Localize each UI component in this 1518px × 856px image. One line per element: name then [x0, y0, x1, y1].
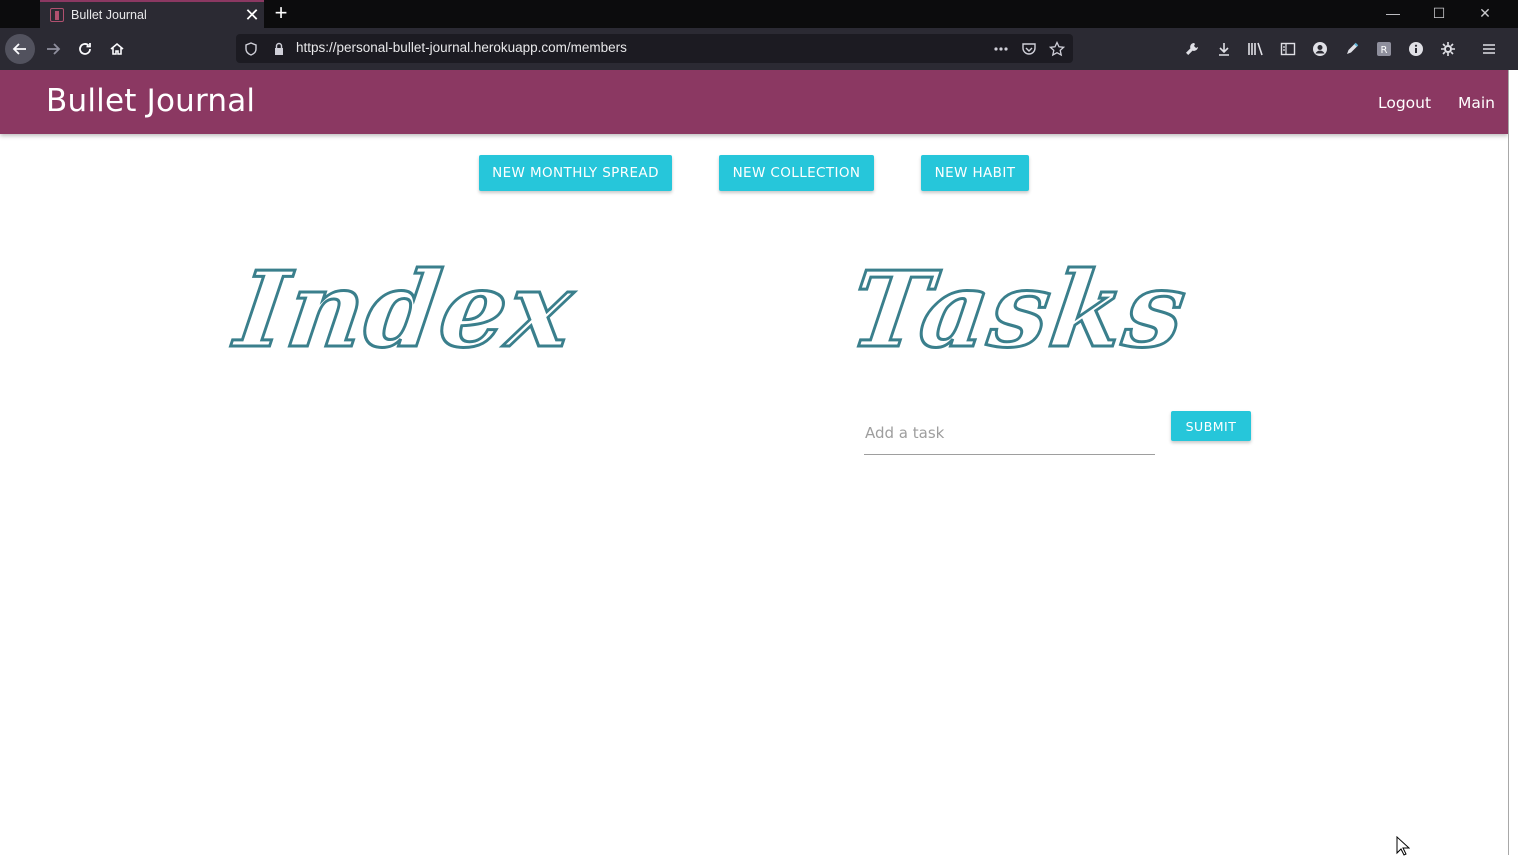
new-collection-button[interactable]: New Collection	[719, 155, 874, 191]
app-header: Bullet Journal Logout Main	[0, 70, 1508, 134]
logout-link[interactable]: Logout	[1378, 94, 1431, 112]
library-icon[interactable]	[1247, 40, 1265, 58]
url-text[interactable]: https://personal-bullet-journal.herokuap…	[296, 40, 627, 55]
close-window-button[interactable]: ✕	[1462, 0, 1508, 28]
bookmark-star-icon[interactable]	[1049, 41, 1065, 57]
download-icon[interactable]	[1215, 40, 1233, 58]
tasks-heading: Tasks	[842, 247, 1196, 373]
svg-text:R: R	[1381, 45, 1388, 56]
forward-button[interactable]	[38, 34, 68, 64]
wrench-icon[interactable]	[1183, 40, 1201, 58]
tracking-shield-icon[interactable]	[243, 41, 259, 57]
menu-icon[interactable]	[1480, 40, 1498, 58]
main-link[interactable]: Main	[1458, 94, 1495, 112]
home-button[interactable]	[102, 34, 132, 64]
pocket-icon[interactable]	[1021, 41, 1037, 57]
tab-close-icon[interactable]: ✕	[240, 1, 264, 29]
journal-favicon-icon	[50, 8, 64, 22]
forward-arrow-icon	[47, 43, 61, 55]
new-tab-button[interactable]: +	[270, 0, 292, 28]
browser-navbar: https://personal-bullet-journal.herokuap…	[0, 28, 1518, 70]
browser-titlebar: Bullet Journal ✕ + — ☐ ✕	[0, 0, 1518, 28]
home-icon	[110, 42, 124, 55]
back-arrow-icon	[12, 43, 26, 55]
maximize-button[interactable]: ☐	[1416, 0, 1462, 28]
new-monthly-spread-button[interactable]: New Monthly Spread	[479, 155, 672, 191]
sidebar-icon[interactable]	[1279, 40, 1297, 58]
gear-extension-icon[interactable]	[1439, 40, 1457, 58]
new-habit-button[interactable]: New Habit	[921, 155, 1029, 191]
tab-title: Bullet Journal	[71, 8, 147, 22]
url-bar[interactable]: https://personal-bullet-journal.herokuap…	[236, 34, 1073, 63]
reload-icon	[79, 43, 91, 55]
brand-title[interactable]: Bullet Journal	[46, 83, 255, 119]
lock-icon[interactable]	[271, 41, 287, 57]
page-actions-icon[interactable]	[993, 41, 1009, 57]
account-icon[interactable]	[1311, 40, 1329, 58]
browser-tab[interactable]: Bullet Journal ✕	[40, 0, 264, 28]
minimize-button[interactable]: —	[1370, 0, 1416, 28]
back-button[interactable]	[5, 34, 35, 64]
page-viewport: Bullet Journal Logout Main New Monthly S…	[0, 70, 1508, 855]
extension-icon[interactable]: R	[1375, 40, 1393, 58]
index-heading: Index	[228, 247, 583, 373]
pen-icon[interactable]	[1343, 40, 1361, 58]
reload-button[interactable]	[70, 34, 100, 64]
mouse-cursor-icon	[1396, 836, 1410, 856]
add-task-input[interactable]	[864, 411, 1155, 455]
submit-task-button[interactable]: Submit	[1171, 411, 1251, 441]
adjacent-window-edge	[1508, 70, 1518, 855]
info-icon[interactable]	[1407, 40, 1425, 58]
